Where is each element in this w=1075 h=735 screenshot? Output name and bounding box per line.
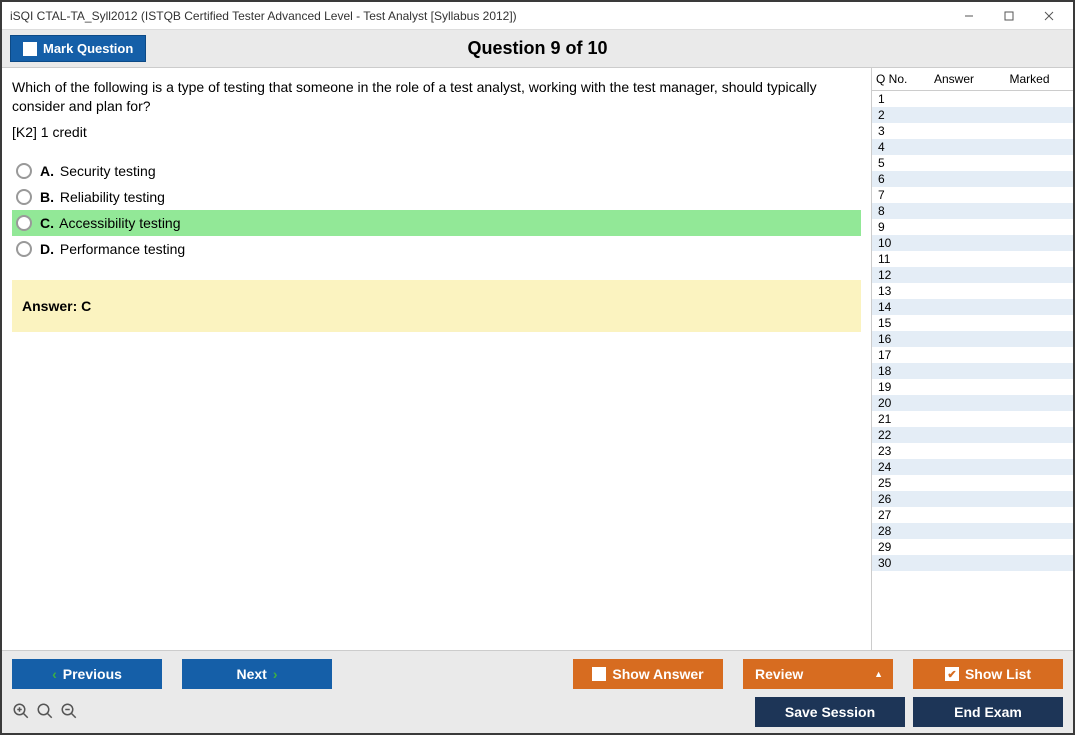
list-row[interactable]: 12 bbox=[872, 267, 1073, 283]
list-row[interactable]: 20 bbox=[872, 395, 1073, 411]
list-row[interactable]: 19 bbox=[872, 379, 1073, 395]
checkbox-icon bbox=[23, 42, 37, 56]
chevron-right-icon: › bbox=[273, 666, 278, 682]
list-row[interactable]: 7 bbox=[872, 187, 1073, 203]
save-session-button[interactable]: Save Session bbox=[755, 697, 905, 727]
options-list: A. Security testingB. Reliability testin… bbox=[12, 158, 861, 262]
previous-label: Previous bbox=[63, 666, 122, 682]
question-counter: Question 9 of 10 bbox=[2, 38, 1073, 59]
list-body[interactable]: 1234567891011121314151617181920212223242… bbox=[872, 91, 1073, 650]
list-row[interactable]: 29 bbox=[872, 539, 1073, 555]
list-row[interactable]: 27 bbox=[872, 507, 1073, 523]
triangle-up-icon: ▲ bbox=[874, 669, 883, 679]
option-letter: D. bbox=[40, 241, 54, 257]
zoom-reset-icon[interactable] bbox=[36, 702, 54, 723]
option-letter: C. bbox=[40, 215, 54, 231]
footer: ‹ Previous Next › Show Answer Review ▲ ✔… bbox=[2, 650, 1073, 733]
option-text: Performance testing bbox=[60, 241, 185, 257]
option-letter: B. bbox=[40, 189, 54, 205]
list-row[interactable]: 9 bbox=[872, 219, 1073, 235]
zoom-out-icon[interactable] bbox=[60, 702, 78, 723]
option-text: Security testing bbox=[60, 163, 156, 179]
list-row[interactable]: 26 bbox=[872, 491, 1073, 507]
list-row[interactable]: 8 bbox=[872, 203, 1073, 219]
list-row[interactable]: 15 bbox=[872, 315, 1073, 331]
end-exam-button[interactable]: End Exam bbox=[913, 697, 1063, 727]
zoom-controls bbox=[12, 702, 78, 723]
show-list-button[interactable]: ✔ Show List bbox=[913, 659, 1063, 689]
header-bar: Mark Question Question 9 of 10 bbox=[2, 30, 1073, 68]
list-row[interactable]: 16 bbox=[872, 331, 1073, 347]
window-title: iSQI CTAL-TA_Syll2012 (ISTQB Certified T… bbox=[6, 9, 949, 23]
answer-box: Answer: C bbox=[12, 280, 861, 332]
option-row[interactable]: D. Performance testing bbox=[12, 236, 861, 262]
list-row[interactable]: 28 bbox=[872, 523, 1073, 539]
list-row[interactable]: 24 bbox=[872, 459, 1073, 475]
credit-text: [K2] 1 credit bbox=[12, 124, 861, 140]
list-row[interactable]: 21 bbox=[872, 411, 1073, 427]
col-marked: Marked bbox=[990, 72, 1069, 86]
list-row[interactable]: 18 bbox=[872, 363, 1073, 379]
option-text: Reliability testing bbox=[60, 189, 165, 205]
app-window: iSQI CTAL-TA_Syll2012 (ISTQB Certified T… bbox=[0, 0, 1075, 735]
list-row[interactable]: 3 bbox=[872, 123, 1073, 139]
chevron-left-icon: ‹ bbox=[52, 666, 57, 682]
show-list-label: Show List bbox=[965, 666, 1031, 682]
close-button[interactable] bbox=[1029, 4, 1069, 28]
list-row[interactable]: 10 bbox=[872, 235, 1073, 251]
list-row[interactable]: 4 bbox=[872, 139, 1073, 155]
radio-icon bbox=[16, 241, 32, 257]
zoom-in-icon[interactable] bbox=[12, 702, 30, 723]
show-answer-label: Show Answer bbox=[612, 666, 703, 682]
question-list-panel: Q No. Answer Marked 12345678910111213141… bbox=[871, 68, 1073, 650]
list-row[interactable]: 1 bbox=[872, 91, 1073, 107]
titlebar: iSQI CTAL-TA_Syll2012 (ISTQB Certified T… bbox=[2, 2, 1073, 30]
checkbox-icon bbox=[592, 667, 606, 681]
next-button[interactable]: Next › bbox=[182, 659, 332, 689]
col-answer: Answer bbox=[918, 72, 990, 86]
radio-icon bbox=[16, 163, 32, 179]
option-row[interactable]: B. Reliability testing bbox=[12, 184, 861, 210]
list-row[interactable]: 23 bbox=[872, 443, 1073, 459]
option-text: Accessibility testing bbox=[59, 215, 180, 231]
content-row: Which of the following is a type of test… bbox=[2, 68, 1073, 650]
list-row[interactable]: 14 bbox=[872, 299, 1073, 315]
list-row[interactable]: 17 bbox=[872, 347, 1073, 363]
radio-icon bbox=[16, 189, 32, 205]
list-row[interactable]: 6 bbox=[872, 171, 1073, 187]
review-button[interactable]: Review ▲ bbox=[743, 659, 893, 689]
list-row[interactable]: 11 bbox=[872, 251, 1073, 267]
radio-icon bbox=[16, 215, 32, 231]
list-header: Q No. Answer Marked bbox=[872, 68, 1073, 91]
mark-question-label: Mark Question bbox=[43, 41, 133, 56]
next-label: Next bbox=[236, 666, 266, 682]
question-text: Which of the following is a type of test… bbox=[12, 78, 861, 116]
option-row[interactable]: A. Security testing bbox=[12, 158, 861, 184]
footer-row-1: ‹ Previous Next › Show Answer Review ▲ ✔… bbox=[12, 659, 1063, 689]
end-exam-label: End Exam bbox=[954, 704, 1022, 720]
list-row[interactable]: 2 bbox=[872, 107, 1073, 123]
mark-question-button[interactable]: Mark Question bbox=[10, 35, 146, 62]
list-row[interactable]: 25 bbox=[872, 475, 1073, 491]
review-label: Review bbox=[755, 666, 803, 682]
list-row[interactable]: 22 bbox=[872, 427, 1073, 443]
window-controls bbox=[949, 4, 1069, 28]
show-answer-button[interactable]: Show Answer bbox=[573, 659, 723, 689]
maximize-button[interactable] bbox=[989, 4, 1029, 28]
list-row[interactable]: 30 bbox=[872, 555, 1073, 571]
save-session-label: Save Session bbox=[785, 704, 875, 720]
minimize-button[interactable] bbox=[949, 4, 989, 28]
option-letter: A. bbox=[40, 163, 54, 179]
previous-button[interactable]: ‹ Previous bbox=[12, 659, 162, 689]
col-qno: Q No. bbox=[876, 72, 918, 86]
check-icon: ✔ bbox=[945, 667, 959, 681]
list-row[interactable]: 5 bbox=[872, 155, 1073, 171]
option-row[interactable]: C. Accessibility testing bbox=[12, 210, 861, 236]
list-row[interactable]: 13 bbox=[872, 283, 1073, 299]
main-area: Which of the following is a type of test… bbox=[2, 68, 871, 650]
footer-row-2: Save Session End Exam bbox=[12, 697, 1063, 727]
